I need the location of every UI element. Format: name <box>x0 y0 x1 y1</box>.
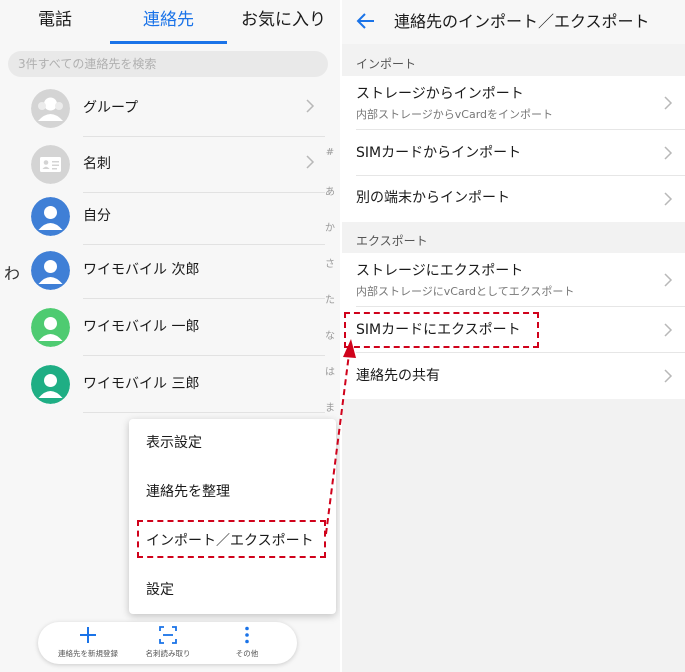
section-index-letter: わ <box>4 264 21 283</box>
person-avatar-icon <box>31 251 70 290</box>
chevron-right-icon <box>664 96 673 110</box>
import-from-storage[interactable]: ストレージからインポート 内部ストレージからvCardをインポート <box>342 76 685 130</box>
chevron-right-icon <box>664 369 673 383</box>
index-letter[interactable]: は <box>322 363 338 378</box>
section-header-export: エクスポート <box>356 234 428 248</box>
chevron-right-icon <box>664 146 673 160</box>
highlight-import-export <box>137 520 326 558</box>
index-letter[interactable]: た <box>322 291 338 306</box>
scan-card-button[interactable]: 名刺読み取り <box>128 622 208 664</box>
section-header-import: インポート <box>356 57 417 71</box>
group-avatar-icon <box>31 89 70 128</box>
index-letter[interactable]: ま <box>322 399 338 414</box>
plus-icon <box>80 627 96 643</box>
search-input[interactable]: 3件すべての連絡先を検索 <box>8 51 328 77</box>
index-letter[interactable]: # <box>322 147 338 158</box>
tab-favorites[interactable]: お気に入り <box>227 0 340 44</box>
page-title: 連絡先のインポート／エクスポート <box>394 12 650 31</box>
import-from-other-device[interactable]: 別の端末からインポート <box>342 176 685 222</box>
tab-phone[interactable]: 電話 <box>0 0 110 44</box>
list-item-business-cards[interactable]: 名刺 <box>0 136 325 193</box>
list-item-self[interactable]: 自分 <box>0 188 325 245</box>
bottom-action-bar: 連絡先を新規登録 名刺読み取り その他 <box>38 622 297 664</box>
chevron-right-icon <box>664 273 673 287</box>
list-item-groups[interactable]: グループ <box>0 80 325 137</box>
back-arrow-icon[interactable] <box>356 11 376 31</box>
menu-item-organize-contacts[interactable]: 連絡先を整理 <box>129 468 336 517</box>
contact-name: ワイモバイル 次郎 <box>83 262 200 278</box>
index-letter[interactable]: な <box>322 327 338 342</box>
chevron-right-icon <box>306 155 315 169</box>
index-letter[interactable]: さ <box>322 255 338 270</box>
contact-row[interactable]: ワイモバイル 三郎 <box>0 356 325 413</box>
share-contacts[interactable]: 連絡先の共有 <box>342 353 685 399</box>
contact-row[interactable]: ワイモバイル 次郎 <box>0 242 325 299</box>
contact-row[interactable]: ワイモバイル 一郎 <box>0 299 325 356</box>
business-card-icon <box>31 145 70 184</box>
person-avatar-icon <box>31 308 70 347</box>
menu-item-settings[interactable]: 設定 <box>129 566 336 615</box>
more-button[interactable]: その他 <box>207 622 287 664</box>
export-to-storage[interactable]: ストレージにエクスポート 内部ストレージにvCardとしてエクスポート <box>342 253 685 307</box>
contact-name: ワイモバイル 一郎 <box>83 319 200 335</box>
scan-icon <box>159 626 177 644</box>
index-letter[interactable]: あ <box>322 183 338 198</box>
new-contact-button[interactable]: 連絡先を新規登録 <box>48 622 128 664</box>
chevron-right-icon <box>306 99 315 113</box>
tab-bar: 電話 連絡先 お気に入り <box>0 0 340 44</box>
contact-name: ワイモバイル 三郎 <box>83 376 200 392</box>
tab-contacts[interactable]: 連絡先 <box>110 0 227 44</box>
person-avatar-icon <box>31 365 70 404</box>
more-vertical-icon <box>245 626 249 644</box>
person-avatar-icon <box>31 197 70 236</box>
overflow-menu: 表示設定 連絡先を整理 インポート／エクスポート 設定 <box>129 419 336 614</box>
chevron-right-icon <box>664 192 673 206</box>
contacts-screen: 電話 連絡先 お気に入り 3件すべての連絡先を検索 グループ 名刺 自分 ワイモ… <box>0 0 340 672</box>
active-tab-indicator <box>110 41 227 44</box>
list-item-label: 名刺 <box>83 156 111 172</box>
menu-item-display-settings[interactable]: 表示設定 <box>129 419 336 468</box>
list-item-label: 自分 <box>83 208 111 224</box>
top-bar: 連絡先のインポート／エクスポート <box>342 0 685 44</box>
highlight-export-to-sim <box>344 312 539 348</box>
chevron-right-icon <box>664 323 673 337</box>
list-item-label: グループ <box>83 100 139 116</box>
import-from-sim[interactable]: SIMカードからインポート <box>342 130 685 176</box>
index-letter[interactable]: か <box>322 219 338 234</box>
